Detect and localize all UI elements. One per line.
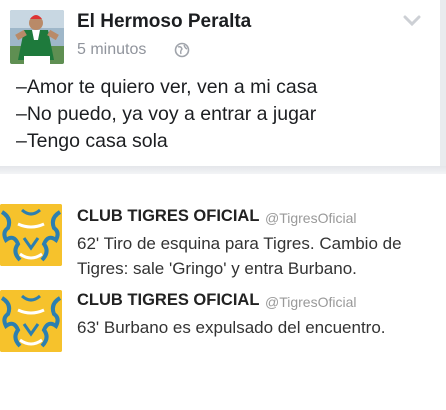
globe-icon: [174, 42, 190, 58]
chevron-down-icon[interactable]: [403, 15, 421, 27]
post-text-line-1: –Amor te quiero ver, ven a mi casa: [16, 76, 318, 98]
tweet-text-line-1: 62' Tiro de esquina para Tigres. Cambio …: [77, 234, 402, 253]
tweet-author-handle[interactable]: @TigresOficial: [265, 210, 357, 226]
tweet-author-handle[interactable]: @TigresOficial: [265, 294, 357, 310]
tweet-text-line-2: Tigres: sale 'Gringo' y entra Burbano.: [77, 259, 357, 278]
facebook-post: El Hermoso Peralta 5 minutos –Amor te qu…: [0, 0, 446, 166]
post-text-line-2: –No puedo, ya voy a entrar a jugar: [16, 103, 317, 125]
author-avatar[interactable]: [10, 10, 64, 64]
post-timestamp[interactable]: 5 minutos: [77, 41, 146, 59]
post-author-name[interactable]: El Hermoso Peralta: [77, 11, 251, 33]
tweet-author-name[interactable]: CLUB TIGRES OFICIAL: [77, 291, 259, 310]
tweet-list: CLUB TIGRES OFICIAL @TigresOficial 62' T…: [0, 174, 446, 410]
post-text-line-3: –Tengo casa sola: [16, 130, 168, 152]
tigres-logo-avatar[interactable]: [0, 204, 62, 266]
section-divider: [0, 166, 446, 174]
tweet-author-name[interactable]: CLUB TIGRES OFICIAL: [77, 207, 259, 226]
tweet-text-line-1: 63' Burbano es expulsado del encuentro.: [77, 318, 386, 337]
tigres-logo-avatar[interactable]: [0, 290, 62, 352]
